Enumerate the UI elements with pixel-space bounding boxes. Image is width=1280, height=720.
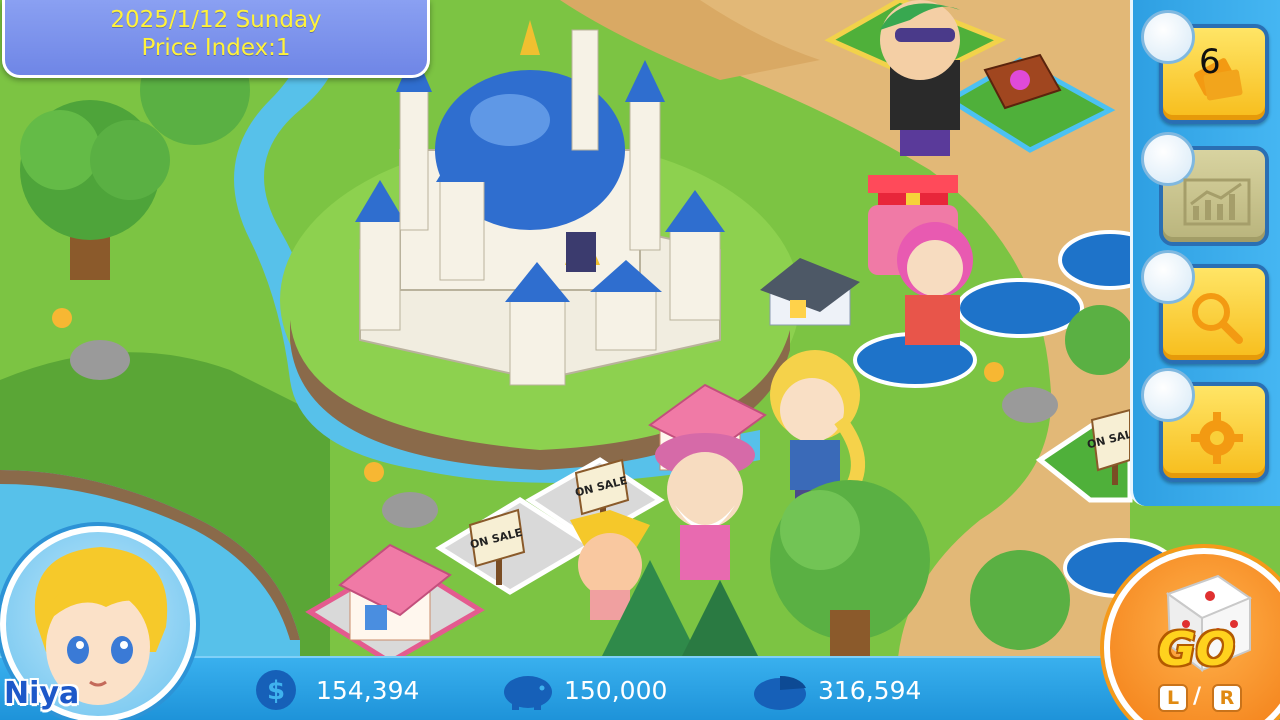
dollar-coin-icon: $ xyxy=(256,670,296,710)
status-bar: $ 154,394 150,000 316,594 xyxy=(0,656,1280,720)
flower xyxy=(52,308,72,328)
go-label: GO xyxy=(1158,622,1235,676)
pie-chart-icon xyxy=(754,675,806,710)
rock xyxy=(382,492,438,528)
rock xyxy=(1002,387,1058,423)
flower xyxy=(984,362,1004,382)
piggy-bank-icon xyxy=(504,676,552,710)
bush xyxy=(970,550,1070,650)
stock-chart-icon xyxy=(1183,178,1251,226)
cards-count: 6 xyxy=(1199,42,1221,82)
date-info-panel: 2025/1/12 Sunday Price Index:1 xyxy=(2,0,430,78)
cash-value: 154,394 xyxy=(316,675,420,705)
r-key-hint: R xyxy=(1212,684,1242,712)
settings-button[interactable] xyxy=(1141,368,1269,482)
savings-value: 150,000 xyxy=(564,675,668,705)
search-button[interactable] xyxy=(1141,250,1269,364)
price-index: Price Index:1 xyxy=(141,35,291,61)
player-name: Niya xyxy=(4,676,80,711)
gear-icon xyxy=(1191,412,1243,464)
current-date: 2025/1/12 Sunday xyxy=(110,7,322,33)
total-assets-value: 316,594 xyxy=(818,675,922,705)
stock-chart-button[interactable] xyxy=(1141,132,1269,246)
search-icon xyxy=(1192,293,1243,344)
l-key-hint: L xyxy=(1158,684,1188,712)
rock xyxy=(70,340,130,380)
key-separator: / xyxy=(1193,684,1202,709)
savings-stat: 150,000 xyxy=(498,666,667,714)
cards-button[interactable]: 6 xyxy=(1141,10,1269,124)
flower xyxy=(364,462,384,482)
total-assets-stat: 316,594 xyxy=(752,666,921,714)
side-menu: 6 xyxy=(1130,0,1280,506)
bush xyxy=(1065,305,1135,375)
board-space[interactable] xyxy=(956,278,1084,338)
svg-text:$: $ xyxy=(267,676,285,706)
cash-stat: $ 154,394 xyxy=(250,666,419,714)
